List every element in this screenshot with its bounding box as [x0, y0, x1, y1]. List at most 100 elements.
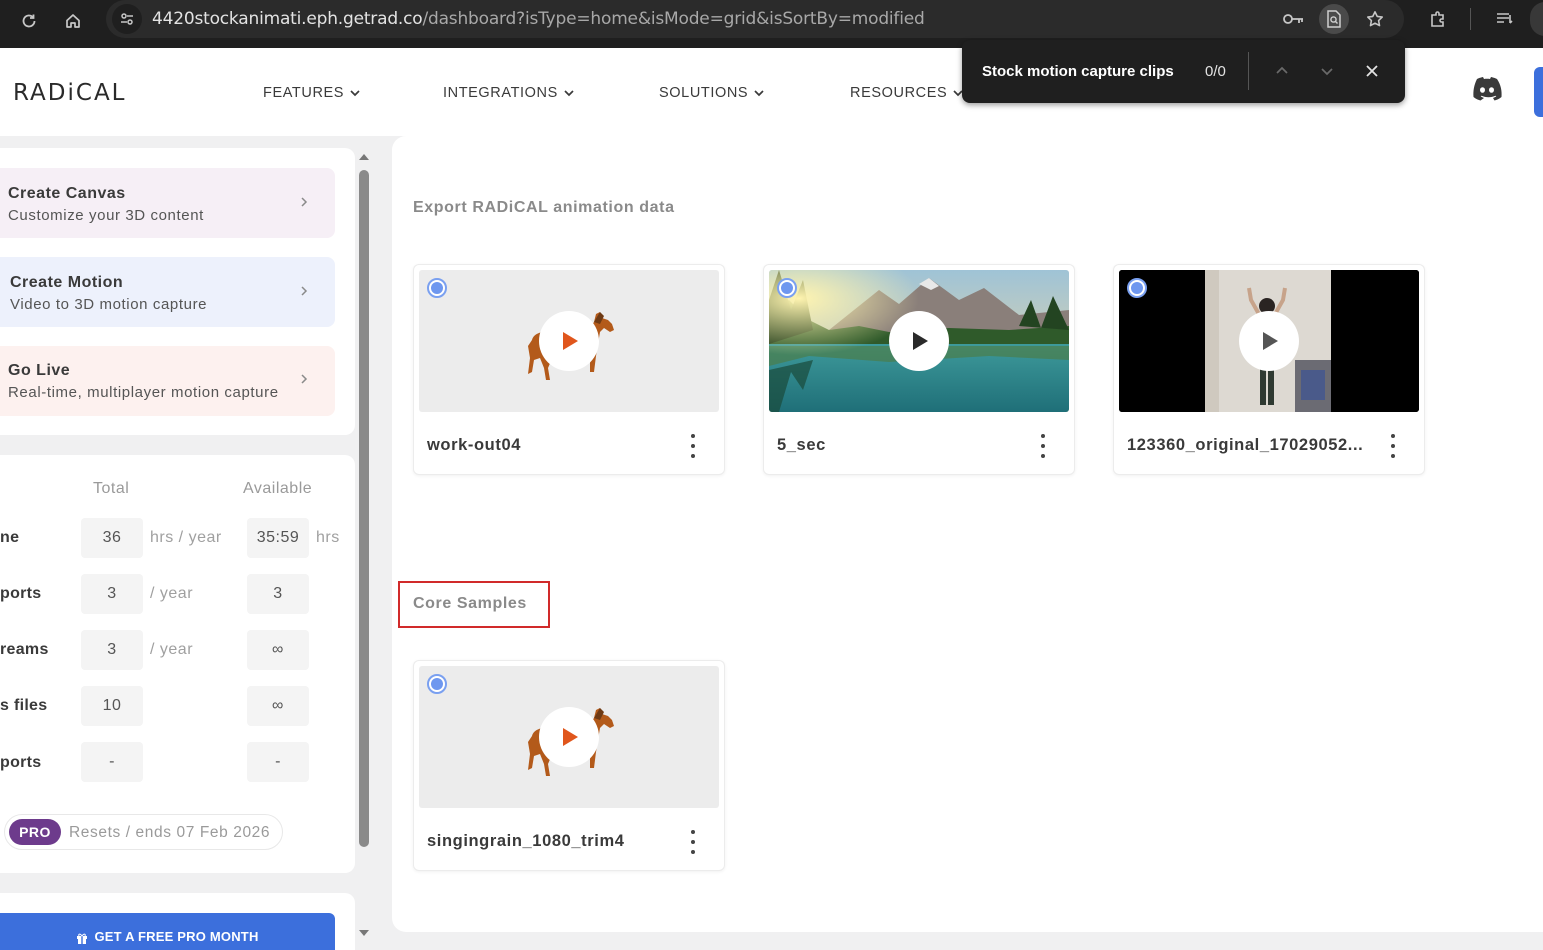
nav-resources[interactable]: RESOURCES — [850, 85, 964, 101]
create-canvas-title: Create Canvas — [8, 185, 126, 202]
free-pro-month-button[interactable]: GET A FREE PRO MONTH — [0, 913, 335, 950]
nav-integrations-label: INTEGRATIONS — [443, 85, 558, 101]
usage-row-label: ne — [0, 529, 20, 546]
header-cta-button[interactable] — [1534, 67, 1543, 117]
clip-name: 123360_original_17029052... — [1127, 436, 1364, 454]
clip-select-radio[interactable] — [427, 278, 447, 298]
usage-available-value: 35:59 — [247, 518, 309, 558]
usage-total-value: 36 — [81, 518, 143, 558]
clip-name: singingrain_1080_trim4 — [427, 832, 625, 850]
more-options-icon[interactable] — [686, 827, 700, 857]
extensions-icon[interactable] — [1423, 4, 1453, 34]
password-key-icon[interactable] — [1279, 4, 1309, 34]
clip-card[interactable]: 5_sec — [763, 264, 1075, 475]
pro-badge: PRO — [9, 819, 61, 845]
clip-select-radio[interactable] — [1127, 278, 1147, 298]
play-button-icon[interactable] — [539, 311, 599, 371]
find-separator — [1248, 52, 1249, 90]
site-info-icon[interactable] — [112, 4, 142, 34]
usage-row-label: ports — [0, 754, 42, 771]
profile-avatar[interactable] — [1530, 2, 1543, 36]
usage-available-value: ∞ — [247, 686, 309, 726]
nav-integrations[interactable]: INTEGRATIONS — [443, 85, 575, 101]
usage-row-label: ports — [0, 585, 42, 602]
find-bar: Stock motion capture clips 0/0 — [962, 40, 1405, 103]
usage-available-value: ∞ — [247, 630, 309, 670]
usage-total-header: Total — [93, 480, 130, 497]
usage-available-value: - — [247, 742, 309, 782]
usage-total-value: - — [81, 742, 143, 782]
clip-thumbnail[interactable] — [419, 270, 719, 412]
usage-total-unit: hrs / year — [150, 529, 222, 546]
more-options-icon[interactable] — [686, 431, 700, 461]
close-icon[interactable] — [1358, 57, 1386, 85]
nav-solutions[interactable]: SOLUTIONS — [659, 85, 765, 101]
highlight-box — [398, 581, 550, 628]
usage-row-label: s files — [0, 697, 48, 714]
clip-card[interactable]: singingrain_1080_trim4 — [413, 660, 725, 871]
usage-available-unit: hrs — [316, 529, 340, 546]
find-query[interactable]: Stock motion capture clips — [982, 63, 1174, 80]
plan-reset-text: Resets / ends 07 Feb 2026 — [69, 824, 271, 841]
usage-total-value: 10 — [81, 686, 143, 726]
usage-total-value: 3 — [81, 574, 143, 614]
nav-features-label: FEATURES — [263, 85, 345, 101]
scroll-down-arrow-icon[interactable] — [359, 930, 369, 936]
clip-card[interactable]: work-out04 — [413, 264, 725, 475]
chevron-down-icon — [754, 90, 764, 97]
find-match-count: 0/0 — [1205, 63, 1226, 80]
reading-list-icon[interactable] — [1490, 4, 1520, 34]
more-options-icon[interactable] — [1386, 431, 1400, 461]
discord-icon[interactable] — [1468, 75, 1506, 107]
scroll-up-arrow-icon[interactable] — [359, 154, 369, 160]
usage-row-label: reams — [0, 641, 49, 658]
chevron-down-icon — [564, 90, 574, 97]
toolbar-separator — [1470, 8, 1471, 30]
nav-resources-label: RESOURCES — [850, 85, 948, 101]
chevron-right-icon — [301, 374, 308, 384]
chevron-right-icon — [301, 197, 308, 207]
find-next-icon[interactable] — [1313, 57, 1341, 85]
clip-thumbnail[interactable] — [1119, 270, 1419, 412]
usage-available-value: 3 — [247, 574, 309, 614]
create-motion-subtitle: Video to 3D motion capture — [10, 296, 208, 313]
play-button-icon[interactable] — [1239, 311, 1299, 371]
bookmark-star-icon[interactable] — [1360, 4, 1390, 34]
clip-name: 5_sec — [777, 436, 826, 454]
usage-total-value: 3 — [81, 630, 143, 670]
address-bar[interactable]: 4420stockanimati.eph.getrad.co/dashboard… — [106, 0, 1404, 38]
create-canvas-subtitle: Customize your 3D content — [8, 207, 204, 224]
chevron-down-icon — [350, 90, 360, 97]
clip-select-radio[interactable] — [427, 674, 447, 694]
radical-logo[interactable]: RADiCAL — [13, 80, 127, 106]
clip-card[interactable]: 123360_original_17029052... — [1113, 264, 1425, 475]
usage-total-unit: / year — [150, 585, 194, 602]
plan-status: PRO Resets / ends 07 Feb 2026 — [4, 814, 283, 850]
create-motion-card[interactable]: Create Motion Video to 3D motion capture — [0, 257, 335, 327]
create-canvas-card[interactable]: Create Canvas Customize your 3D content — [0, 168, 335, 238]
scrollbar-thumb[interactable] — [359, 170, 369, 847]
more-options-icon[interactable] — [1036, 431, 1050, 461]
clip-thumbnail[interactable] — [419, 666, 719, 808]
clip-thumbnail[interactable] — [769, 270, 1069, 412]
chevron-right-icon — [301, 286, 308, 296]
clip-name: work-out04 — [427, 436, 522, 454]
home-icon[interactable] — [58, 6, 88, 36]
play-button-icon[interactable] — [539, 707, 599, 767]
usage-total-unit: / year — [150, 641, 194, 658]
gift-icon — [77, 933, 88, 944]
play-button-icon[interactable] — [889, 311, 949, 371]
go-live-card[interactable]: Go Live Real-time, multiplayer motion ca… — [0, 346, 335, 416]
nav-features[interactable]: FEATURES — [263, 85, 361, 101]
url-text: 4420stockanimati.eph.getrad.co/dashboard… — [152, 9, 925, 29]
free-pro-month-label: GET A FREE PRO MONTH — [94, 929, 259, 944]
section-title-export: Export RADiCAL animation data — [413, 199, 675, 216]
usage-available-header: Available — [243, 480, 313, 497]
go-live-title: Go Live — [8, 362, 71, 379]
find-in-page-icon[interactable] — [1319, 4, 1349, 34]
clip-select-radio[interactable] — [777, 278, 797, 298]
reload-icon[interactable] — [14, 6, 44, 36]
find-previous-icon[interactable] — [1268, 57, 1296, 85]
create-motion-title: Create Motion — [10, 274, 124, 291]
nav-solutions-label: SOLUTIONS — [659, 85, 749, 101]
